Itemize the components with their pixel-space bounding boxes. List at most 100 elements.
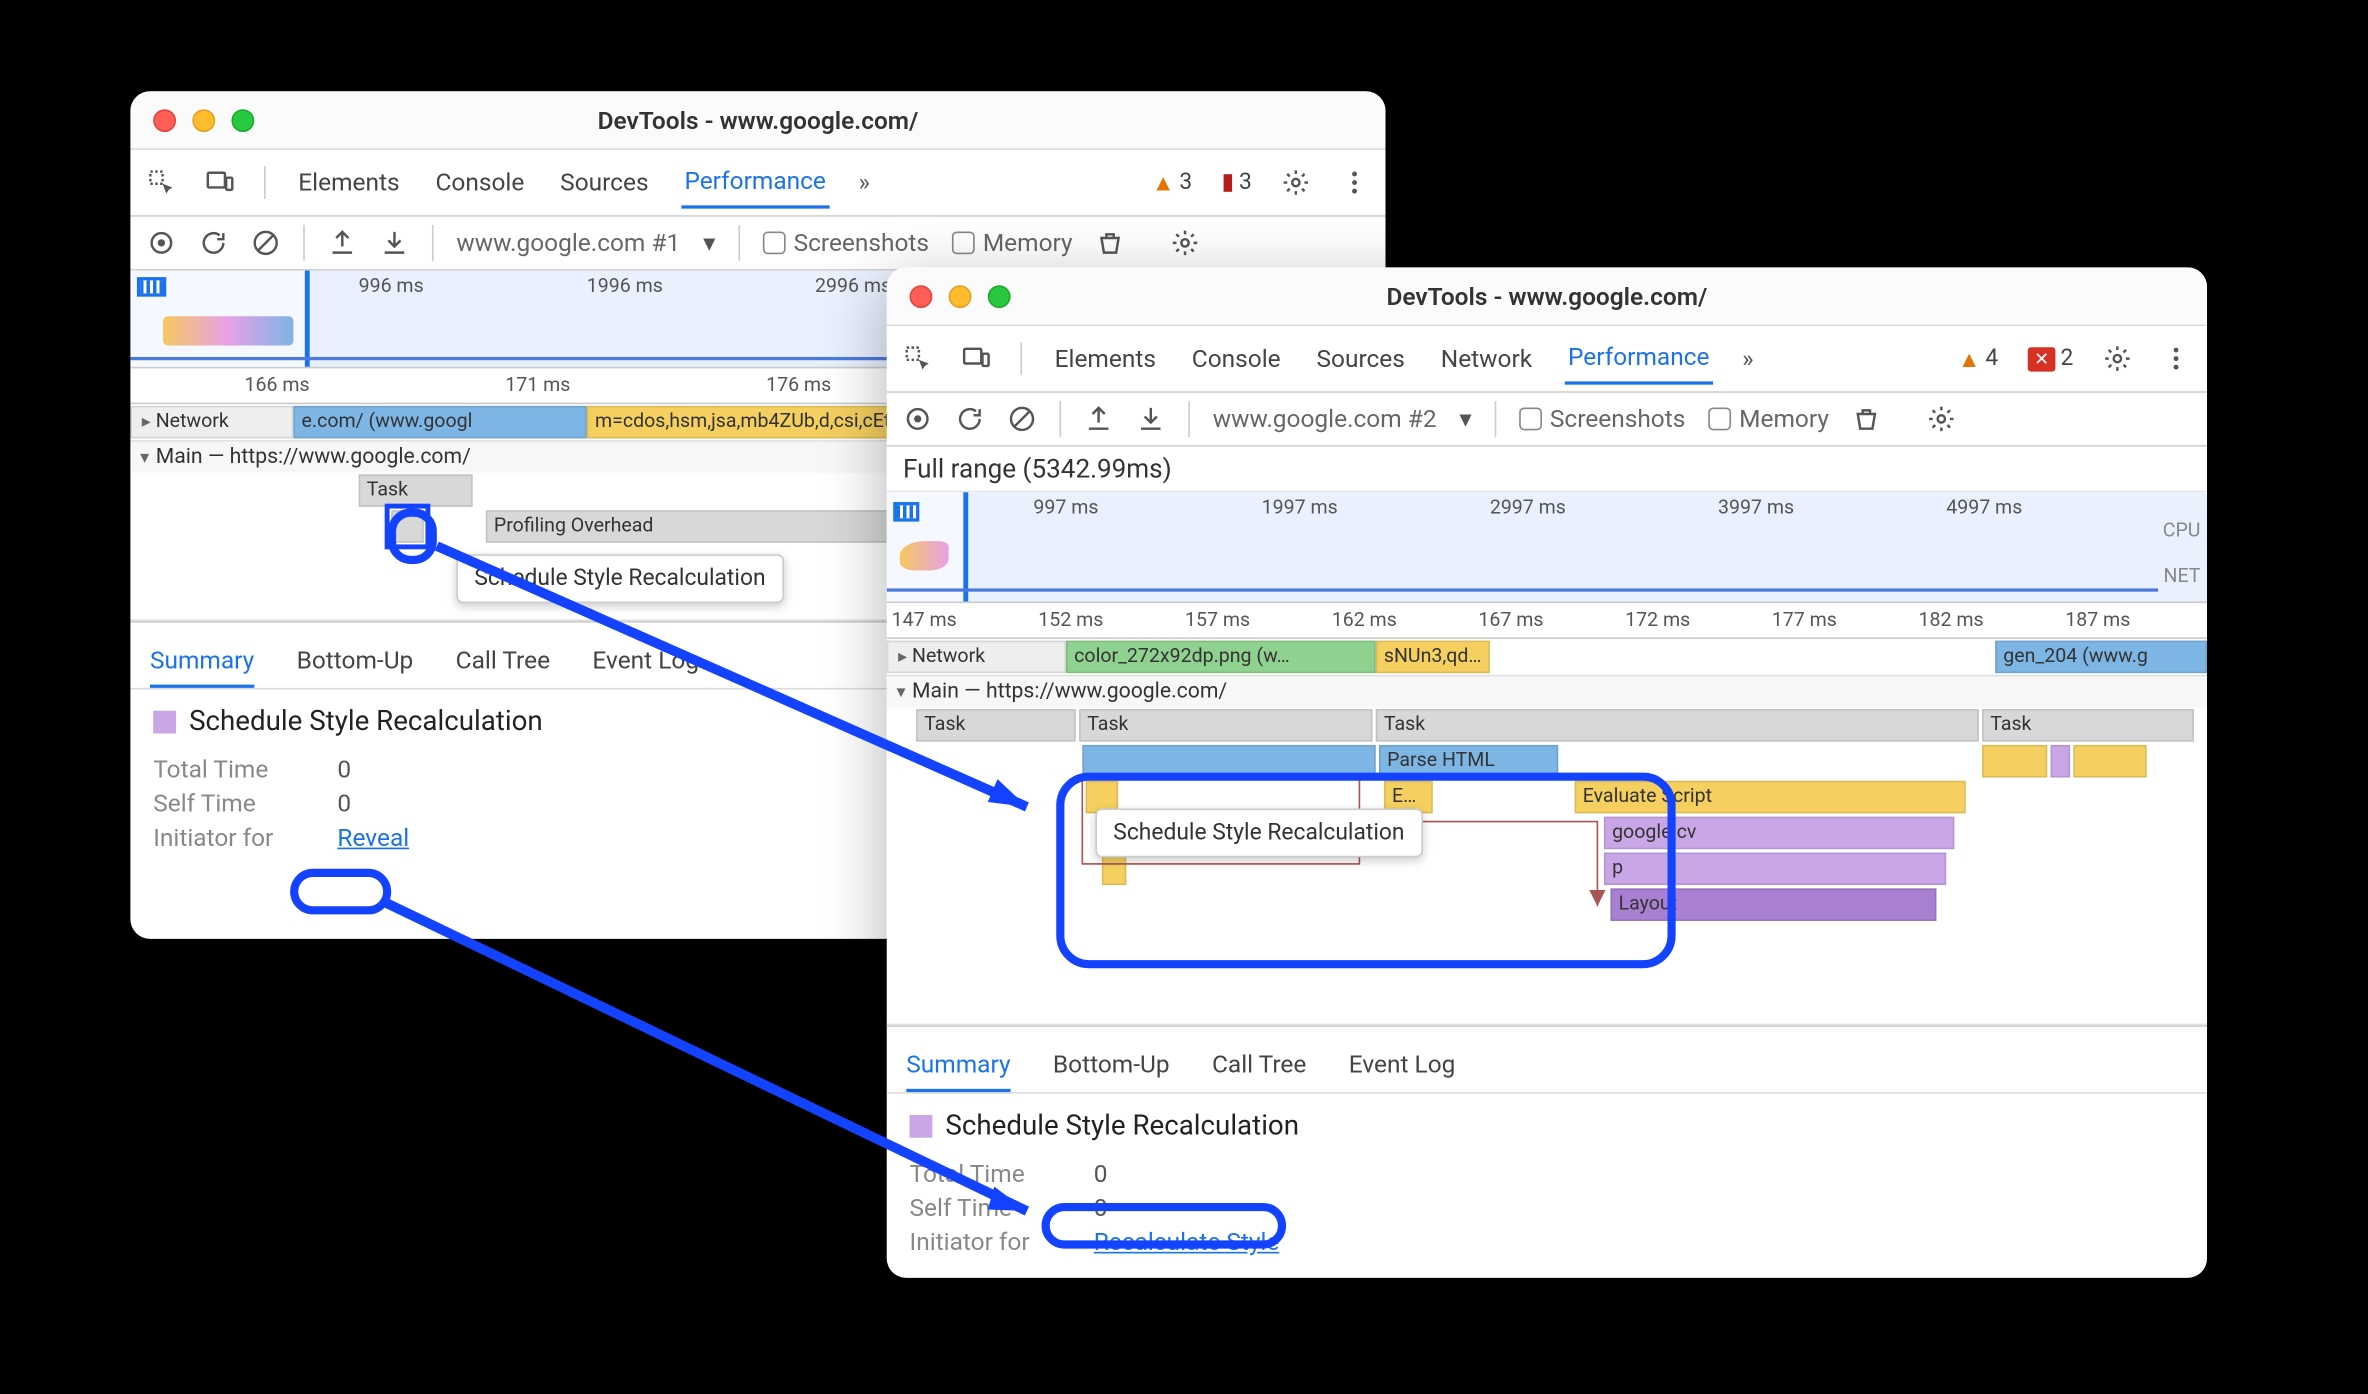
titlebar: DevTools - www.google.com/ xyxy=(130,91,1385,150)
screenshots-checkbox[interactable]: Screenshots xyxy=(1519,404,1685,433)
flame-google-cv[interactable]: google.cv xyxy=(1604,817,1954,850)
flame-block[interactable] xyxy=(1982,745,2047,778)
maximize-button[interactable] xyxy=(988,284,1011,307)
range-label: Full range (5342.99ms) xyxy=(887,447,2207,493)
more-tabs-icon[interactable]: » xyxy=(1742,344,1753,373)
screenshots-checkbox[interactable]: Screenshots xyxy=(763,228,929,257)
sum-tab-bottomup[interactable]: Bottom-Up xyxy=(297,636,414,688)
tab-elements[interactable]: Elements xyxy=(295,158,403,207)
tab-network[interactable]: Network xyxy=(1438,334,1536,383)
tab-performance[interactable]: Performance xyxy=(681,156,829,208)
recalculate-style-link[interactable]: Recalculate Style xyxy=(1094,1227,1280,1256)
tab-performance[interactable]: Performance xyxy=(1565,333,1713,385)
gear-icon[interactable] xyxy=(1281,168,1310,197)
download-icon[interactable] xyxy=(1136,404,1165,433)
panel-tabs: Elements Console Sources Performance » ▲… xyxy=(130,150,1385,217)
warnings-badge[interactable]: ▲4 xyxy=(1958,345,1998,373)
gear-icon[interactable] xyxy=(1927,404,1956,433)
network-entry[interactable]: gen_204 (www.g xyxy=(1995,641,2207,674)
errors-badge[interactable]: ✕2 xyxy=(2028,346,2074,372)
inspect-icon[interactable] xyxy=(903,344,932,373)
gc-icon[interactable] xyxy=(1095,228,1124,257)
annotation-arrow xyxy=(375,893,1060,1235)
reload-icon[interactable] xyxy=(199,228,228,257)
gear-icon[interactable] xyxy=(1170,228,1199,257)
chevron-down-icon[interactable]: ▾ xyxy=(1459,404,1471,433)
overview-tick: 2996 ms xyxy=(815,274,891,297)
close-button[interactable] xyxy=(910,284,933,307)
record-icon[interactable] xyxy=(903,404,932,433)
cpu-label: CPU xyxy=(2163,518,2201,541)
network-entry[interactable]: sNUn3,qd… xyxy=(1376,641,1490,674)
maximize-button[interactable] xyxy=(231,108,254,131)
flame-layout[interactable]: Layout xyxy=(1610,888,1936,921)
tab-elements[interactable]: Elements xyxy=(1051,334,1159,383)
recording-target[interactable]: www.google.com #2 xyxy=(1213,404,1437,433)
flame-task[interactable]: Task xyxy=(1982,709,2194,742)
flame-task[interactable]: Task xyxy=(1376,709,1979,742)
sum-tab-summary[interactable]: Summary xyxy=(150,636,254,688)
network-track[interactable]: Network color_272x92dp.png (w… sNUn3,qd…… xyxy=(887,639,2207,676)
timeline-overview[interactable]: 997 ms 1997 ms 2997 ms 3997 ms 4997 ms C… xyxy=(887,492,2207,603)
flame-p[interactable]: p xyxy=(1604,852,1946,885)
flame-task[interactable]: Task xyxy=(1079,709,1372,742)
record-icon[interactable] xyxy=(147,228,176,257)
sum-tab-bottomup[interactable]: Bottom-Up xyxy=(1053,1040,1170,1092)
chevron-down-icon[interactable]: ▾ xyxy=(703,228,715,257)
tab-console[interactable]: Console xyxy=(432,158,527,207)
timeline-ruler[interactable]: 147 ms 152 ms 157 ms 162 ms 167 ms 172 m… xyxy=(887,603,2207,639)
tab-sources[interactable]: Sources xyxy=(1313,334,1408,383)
titlebar: DevTools - www.google.com/ xyxy=(887,267,2207,326)
upload-icon[interactable] xyxy=(328,228,357,257)
reveal-link[interactable]: Reveal xyxy=(337,823,409,852)
kebab-icon[interactable] xyxy=(2161,344,2190,373)
download-icon[interactable] xyxy=(380,228,409,257)
flame-parse-html[interactable]: Parse HTML xyxy=(1379,745,1558,778)
swatch-icon xyxy=(153,711,176,734)
minimize-button[interactable] xyxy=(949,284,972,307)
warnings-badge[interactable]: ▲3 xyxy=(1152,169,1192,197)
close-button[interactable] xyxy=(153,108,176,131)
more-tabs-icon[interactable]: » xyxy=(859,168,870,197)
flame-selected[interactable] xyxy=(391,510,424,543)
window-title: DevTools - www.google.com/ xyxy=(150,105,1366,134)
main-track[interactable]: Main — https://www.google.com/ Task Task… xyxy=(887,676,2207,1025)
memory-checkbox[interactable]: Memory xyxy=(952,228,1073,257)
flame-block[interactable] xyxy=(2051,745,2071,778)
perf-toolbar: www.google.com #1 ▾ Screenshots Memory xyxy=(130,217,1385,271)
sum-tab-calltree[interactable]: Call Tree xyxy=(1212,1040,1306,1092)
minimize-button[interactable] xyxy=(192,108,215,131)
perf-toolbar: www.google.com #2 ▾ Screenshots Memory xyxy=(887,393,2207,447)
sum-tab-eventlog[interactable]: Event Log xyxy=(1349,1040,1456,1092)
overview-tick: 1996 ms xyxy=(587,274,663,297)
flame-block[interactable] xyxy=(2073,745,2146,778)
overview-tick: 996 ms xyxy=(359,274,424,297)
window-title: DevTools - www.google.com/ xyxy=(906,281,2187,310)
clear-icon[interactable] xyxy=(1007,404,1036,433)
tab-sources[interactable]: Sources xyxy=(557,158,652,207)
upload-icon[interactable] xyxy=(1084,404,1113,433)
panel-tabs: Elements Console Sources Network Perform… xyxy=(887,326,2207,393)
overview-tick: 2997 ms xyxy=(1490,496,1566,519)
recording-target[interactable]: www.google.com #1 xyxy=(456,228,680,257)
device-icon[interactable] xyxy=(205,168,234,197)
reload-icon[interactable] xyxy=(955,404,984,433)
flame-task[interactable]: Task xyxy=(359,474,473,507)
inspect-icon[interactable] xyxy=(147,168,176,197)
issues-badge[interactable]: ▮3 xyxy=(1222,170,1252,196)
device-icon[interactable] xyxy=(962,344,991,373)
net-label: NET xyxy=(2164,564,2201,587)
tooltip: Schedule Style Recalculation xyxy=(1095,808,1422,857)
gc-icon[interactable] xyxy=(1852,404,1881,433)
gear-icon[interactable] xyxy=(2103,344,2132,373)
kebab-icon[interactable] xyxy=(1340,168,1369,197)
memory-checkbox[interactable]: Memory xyxy=(1708,404,1829,433)
tab-console[interactable]: Console xyxy=(1189,334,1284,383)
network-entry[interactable]: e.com/ (www.googl xyxy=(293,406,586,439)
flame-run[interactable] xyxy=(1082,745,1375,778)
summary-tabs: Summary Bottom-Up Call Tree Event Log xyxy=(887,1027,2207,1094)
overview-tick: 3997 ms xyxy=(1718,496,1794,519)
network-entry[interactable]: color_272x92dp.png (w… xyxy=(1066,641,1376,674)
clear-icon[interactable] xyxy=(251,228,280,257)
flame-eval-script[interactable]: Evaluate Script xyxy=(1575,781,1966,814)
